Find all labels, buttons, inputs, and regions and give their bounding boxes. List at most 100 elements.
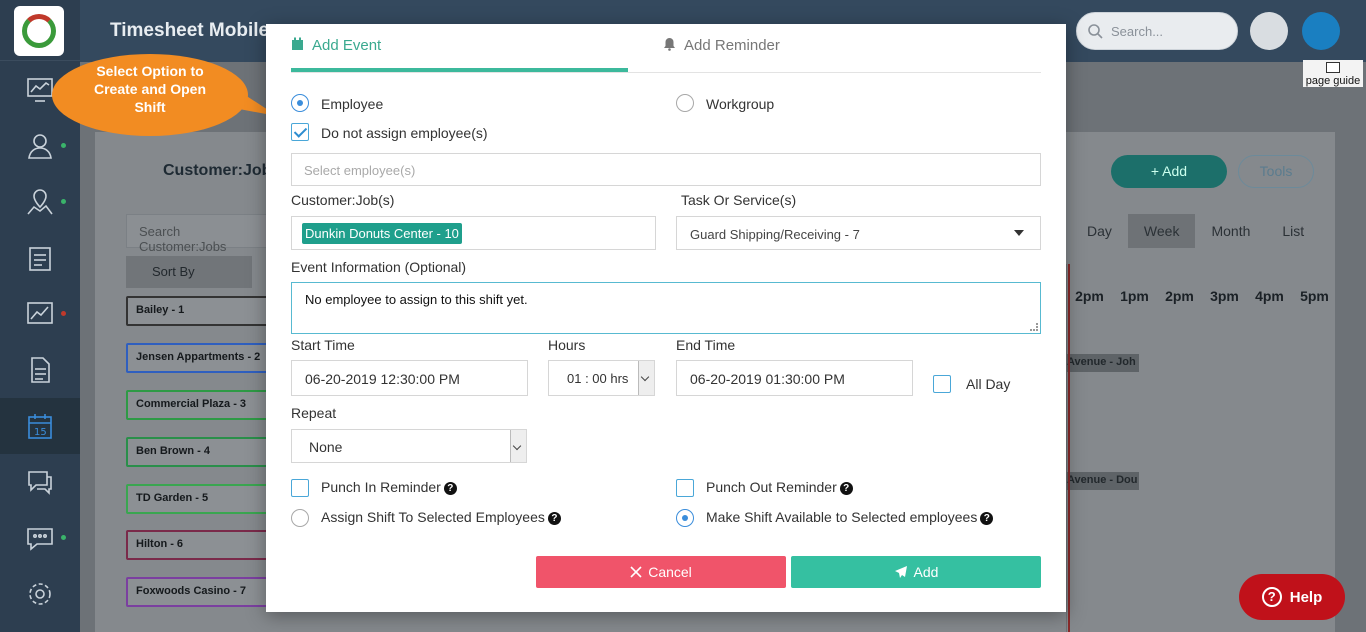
reports-chart-icon[interactable] [0, 286, 80, 342]
hour-header: 4pm [1255, 288, 1284, 304]
cancel-button[interactable]: Cancel [536, 556, 786, 588]
workgroup-radio-label: Workgroup [706, 96, 775, 112]
selected-customer-job-tag[interactable]: Dunkin Donuts Center - 10 [302, 223, 462, 244]
svg-text:15: 15 [34, 427, 47, 438]
calendar-event[interactable]: Avenue - Joh [1067, 354, 1139, 372]
repeat-dropdown-icon[interactable] [510, 430, 526, 462]
view-month-tab[interactable]: Month [1195, 214, 1266, 248]
page-guide-icon [1326, 62, 1340, 73]
help-question-icon: ? [1261, 587, 1282, 607]
help-question-icon[interactable]: ? [547, 512, 561, 525]
chevron-down-icon [1014, 230, 1024, 236]
task-service-select[interactable]: Guard Shipping/Receiving - 7 [676, 216, 1041, 250]
resize-grip-icon[interactable] [1030, 323, 1038, 331]
hours-dropdown-icon[interactable] [638, 361, 654, 395]
add-button[interactable]: Add [791, 556, 1041, 588]
settings-gear-icon[interactable] [0, 566, 80, 622]
help-button[interactable]: ? Help [1239, 574, 1345, 620]
event-info-label: Event Information (Optional) [291, 259, 467, 275]
employees-icon[interactable] [0, 118, 80, 174]
hours-label: Hours [548, 337, 586, 353]
all-day-label: All Day [966, 376, 1011, 392]
add-event-modal: Add Event Add Reminder Employee Workgrou… [266, 24, 1066, 612]
help-question-icon[interactable]: ? [839, 482, 853, 495]
employee-radio-label: Employee [321, 96, 384, 112]
hours-input[interactable]: 01 : 00 hrs [548, 360, 655, 396]
tab-add-reminder[interactable]: Add Reminder [663, 37, 780, 73]
repeat-select[interactable]: None [291, 429, 527, 463]
app-logo[interactable] [14, 6, 64, 56]
customer-job-search-input[interactable]: Search Customer:Jobs [126, 214, 276, 254]
job-card[interactable]: Ben Brown - 4 [126, 437, 276, 467]
add-dropdown-button[interactable]: + Add [1111, 155, 1227, 188]
page-title: Customer:Jobs [163, 162, 281, 179]
sort-by-button[interactable]: Sort By [126, 256, 252, 288]
punch-out-reminder-label: Punch Out Reminder? [706, 479, 853, 495]
calendar-icon [292, 37, 303, 50]
punch-in-reminder-checkbox[interactable] [291, 479, 309, 497]
clipboard-icon[interactable] [0, 230, 80, 286]
end-time-input[interactable]: 06-20-2019 01:30:00 PM [676, 360, 913, 396]
chat-icon[interactable] [0, 454, 80, 510]
app-title: Timesheet Mobile [110, 20, 270, 41]
document-icon[interactable] [0, 342, 80, 398]
make-shift-available-radio[interactable] [676, 509, 694, 527]
customer-job-label: Customer:Job(s) [291, 192, 395, 208]
job-card[interactable]: Hilton - 6 [126, 530, 276, 560]
task-service-label: Task Or Service(s) [681, 192, 797, 208]
page-guide-button[interactable]: page guide [1303, 60, 1363, 87]
calendar-view-switcher: Day Week Month List [1071, 214, 1320, 248]
hour-header: 5pm [1300, 288, 1329, 304]
punch-in-reminder-label: Punch In Reminder? [321, 479, 457, 495]
view-day-tab[interactable]: Day [1071, 214, 1128, 248]
search-icon [1088, 24, 1103, 39]
make-shift-available-label: Make Shift Available to Selected employe… [706, 509, 994, 525]
current-time-line [1068, 264, 1070, 632]
help-question-icon[interactable]: ? [980, 512, 994, 525]
do-not-assign-label: Do not assign employee(s) [321, 125, 488, 141]
event-info-text: No employee to assign to this shift yet. [305, 292, 528, 307]
employee-radio[interactable] [291, 94, 309, 112]
hours-value: 01 : 00 hrs [567, 371, 629, 386]
tools-dropdown-button[interactable]: Tools [1238, 155, 1314, 188]
repeat-label: Repeat [291, 405, 337, 421]
punch-out-reminder-checkbox[interactable] [676, 479, 694, 497]
close-icon [630, 566, 642, 578]
end-time-label: End Time [676, 337, 736, 353]
event-info-textarea[interactable]: No employee to assign to this shift yet. [291, 282, 1041, 334]
job-card[interactable]: Foxwoods Casino - 7 [126, 577, 276, 607]
employee-select-input[interactable]: Select employee(s) [291, 153, 1041, 186]
help-question-icon[interactable]: ? [443, 482, 457, 495]
messages-icon[interactable] [0, 510, 80, 566]
modal-tabs: Add Event Add Reminder [291, 37, 1041, 73]
start-time-input[interactable]: 06-20-2019 12:30:00 PM [291, 360, 528, 396]
hour-header: 2pm [1075, 288, 1104, 304]
view-week-tab[interactable]: Week [1127, 214, 1196, 248]
guide-tooltip: Select Option to Create and Open Shift [52, 54, 248, 136]
job-card[interactable]: Jensen Appartments - 2 [126, 343, 276, 373]
search-placeholder: Search... [1111, 24, 1164, 39]
view-list-tab[interactable]: List [1266, 214, 1320, 248]
do-not-assign-checkbox[interactable] [291, 123, 309, 141]
customer-job-select[interactable]: Dunkin Donuts Center - 10 [291, 216, 656, 250]
map-pin-icon[interactable] [0, 174, 80, 230]
calendar-event[interactable]: Avenue - Dou [1067, 472, 1139, 490]
job-card[interactable]: Bailey - 1 [126, 296, 276, 326]
calendar-icon[interactable]: 15 [0, 398, 80, 454]
send-paper-plane-icon [894, 566, 907, 578]
user-avatar[interactable] [1302, 12, 1340, 50]
assign-shift-label: Assign Shift To Selected Employees? [321, 509, 561, 525]
hour-header: 3pm [1210, 288, 1239, 304]
global-search-input[interactable]: Search... [1076, 12, 1238, 50]
task-service-value: Guard Shipping/Receiving - 7 [690, 227, 860, 242]
job-card[interactable]: TD Garden - 5 [126, 484, 276, 514]
job-card[interactable]: Commercial Plaza - 3 [126, 390, 276, 420]
all-day-checkbox[interactable] [933, 375, 951, 393]
assign-shift-radio[interactable] [291, 509, 309, 527]
start-time-label: Start Time [291, 337, 355, 353]
workgroup-radio[interactable] [676, 94, 694, 112]
repeat-value: None [309, 439, 343, 455]
hour-header: 1pm [1120, 288, 1149, 304]
bell-icon [664, 38, 675, 51]
notifications-bell-icon[interactable] [1250, 12, 1288, 50]
